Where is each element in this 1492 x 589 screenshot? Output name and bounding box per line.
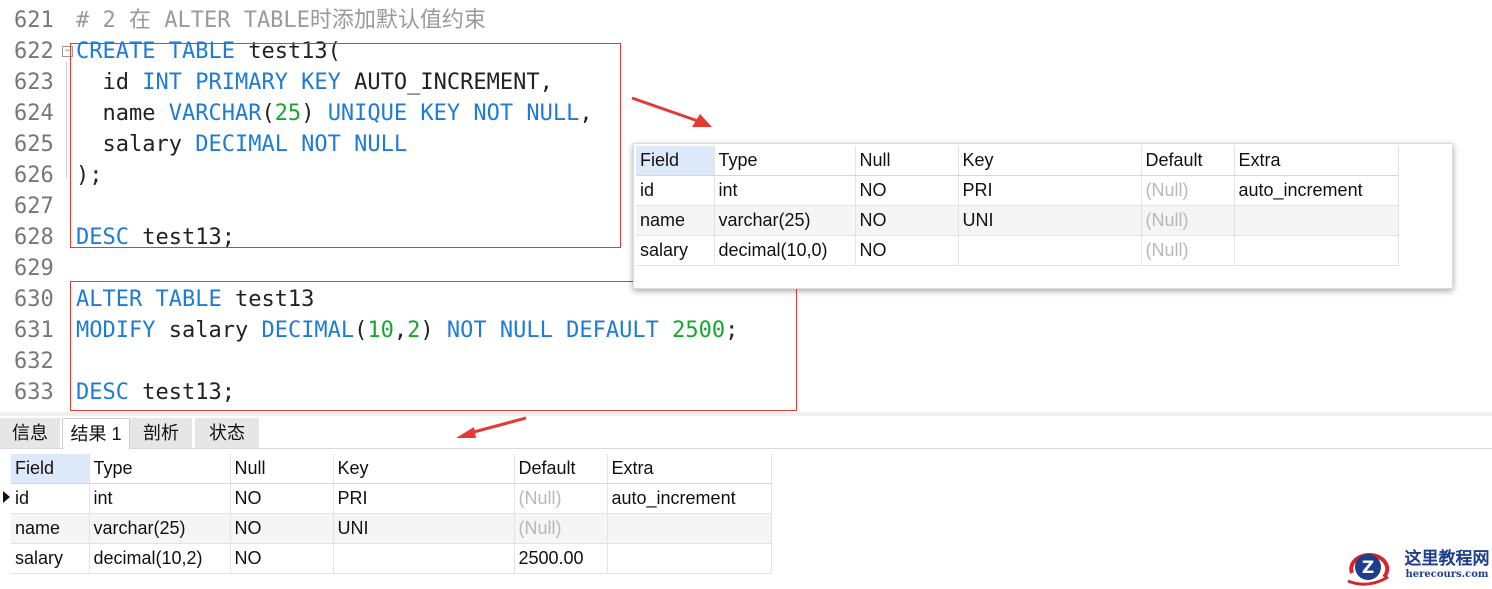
column-header[interactable]: Field — [636, 146, 715, 176]
overlay-result-panel: Field Type Null Key Default Extra id int NO PRI (N… — [633, 143, 1453, 289]
result-tab-bar: 信息 结果 1 剖析 状态 — [0, 416, 1492, 450]
table-cell[interactable]: auto_increment — [607, 483, 772, 514]
column-header[interactable]: Key — [333, 454, 515, 484]
highlight-box-create — [70, 43, 621, 248]
table-cell[interactable]: varchar(25) — [714, 205, 856, 236]
line-number: 627 — [14, 194, 54, 219]
line-number: 633 — [14, 380, 54, 405]
line-number: 623 — [14, 70, 54, 95]
column-header[interactable]: Extra — [1234, 146, 1399, 176]
tab-status[interactable]: 状态 — [195, 418, 259, 448]
table-row[interactable]: id int NO PRI (Null) auto_increment — [11, 483, 772, 514]
table-cell[interactable]: NO — [855, 205, 959, 236]
table-cell[interactable] — [333, 543, 515, 574]
highlight-box-alter — [70, 281, 797, 411]
result-grid-area: Field Type Null Key Default Extra id int NO PRI (N… — [0, 449, 1492, 589]
column-header[interactable]: Null — [855, 146, 959, 176]
table-cell[interactable]: salary — [11, 543, 90, 574]
code-token: # 2 在 ALTER TABLE时添加默认值约束 — [76, 8, 486, 33]
table-row[interactable]: name varchar(25) NO UNI (Null) — [11, 513, 772, 544]
table-row[interactable]: id int NO PRI (Null) auto_increment — [636, 175, 1399, 206]
table-cell[interactable]: id — [636, 175, 715, 206]
column-header[interactable]: Default — [514, 454, 608, 484]
table-cell[interactable]: UNI — [333, 513, 515, 544]
code-text: # 2 在 ALTER TABLE时添加默认值约束 — [76, 5, 486, 36]
line-number: 632 — [14, 349, 54, 374]
column-header[interactable]: Default — [1141, 146, 1235, 176]
table-cell[interactable]: 2500.00 — [514, 543, 608, 574]
line-number: 621 — [14, 8, 54, 33]
table-row[interactable]: name varchar(25) NO UNI (Null) — [636, 205, 1399, 236]
table-cell[interactable]: (Null) — [514, 483, 608, 514]
table-cell[interactable]: (Null) — [1141, 205, 1235, 236]
table-row[interactable]: salary decimal(10,2) NO 2500.00 — [11, 543, 772, 574]
table-cell[interactable] — [1234, 205, 1399, 236]
table-cell[interactable]: PRI — [333, 483, 515, 514]
line-number: 622 — [14, 39, 54, 64]
watermark-brand: 这里教程网 herecours.com — [1404, 549, 1490, 581]
table-cell[interactable]: varchar(25) — [89, 513, 231, 544]
fold-guide — [66, 62, 67, 178]
table-cell[interactable]: (Null) — [514, 513, 608, 544]
line-number: 628 — [14, 225, 54, 250]
table-cell[interactable]: (Null) — [1141, 175, 1235, 206]
table-cell[interactable]: id — [11, 483, 90, 514]
table-cell[interactable]: name — [11, 513, 90, 544]
table-cell[interactable]: int — [89, 483, 231, 514]
table-cell[interactable] — [607, 543, 772, 574]
table-cell[interactable]: decimal(10,2) — [89, 543, 231, 574]
column-header[interactable]: Type — [714, 146, 856, 176]
column-header[interactable]: Extra — [607, 454, 772, 484]
column-header[interactable]: Null — [230, 454, 334, 484]
svg-text:Z: Z — [1362, 558, 1374, 578]
table-cell[interactable]: NO — [855, 175, 959, 206]
table-cell[interactable] — [1234, 235, 1399, 266]
table-cell[interactable]: NO — [230, 543, 334, 574]
tab-result-1[interactable]: 结果 1 — [62, 418, 130, 450]
table-header-row: Field Type Null Key Default Extra — [636, 146, 1399, 176]
table-cell[interactable]: name — [636, 205, 715, 236]
line-number: 626 — [14, 163, 54, 188]
overlay-result-table: Field Type Null Key Default Extra id int NO PRI (N… — [636, 146, 1399, 266]
line-number: 624 — [14, 101, 54, 126]
table-cell[interactable]: (Null) — [1141, 235, 1235, 266]
table-cell[interactable]: int — [714, 175, 856, 206]
watermark-title: 这里教程网 — [1404, 549, 1490, 569]
table-cell[interactable]: NO — [230, 513, 334, 544]
table-cell[interactable]: PRI — [958, 175, 1142, 206]
watermark-url: herecours.com — [1405, 569, 1489, 580]
arrow-icon — [456, 416, 527, 438]
table-cell[interactable] — [958, 235, 1142, 266]
table-cell[interactable]: auto_increment — [1234, 175, 1399, 206]
table-header-row: Field Type Null Key Default Extra — [11, 454, 772, 484]
table-row[interactable]: salary decimal(10,0) NO (Null) — [636, 235, 1399, 266]
table-cell[interactable]: decimal(10,0) — [714, 235, 856, 266]
arrow-icon — [631, 96, 712, 127]
column-header[interactable]: Key — [958, 146, 1142, 176]
line-number: 630 — [14, 287, 54, 312]
tab-info[interactable]: 信息 — [0, 418, 60, 448]
current-row-indicator-icon — [3, 491, 10, 503]
table-cell[interactable] — [607, 513, 772, 544]
table-cell[interactable]: NO — [855, 235, 959, 266]
line-number: 625 — [14, 132, 54, 157]
logo-icon: Z — [1347, 553, 1390, 586]
line-number: 631 — [14, 318, 54, 343]
table-cell[interactable]: NO — [230, 483, 334, 514]
table-cell[interactable]: UNI — [958, 205, 1142, 236]
result-table[interactable]: Field Type Null Key Default Extra id int NO PRI (N… — [11, 454, 772, 574]
tab-profile[interactable]: 剖析 — [130, 418, 192, 448]
column-header[interactable]: Field — [11, 454, 90, 484]
table-cell[interactable]: salary — [636, 235, 715, 266]
column-header[interactable]: Type — [89, 454, 231, 484]
line-number: 629 — [14, 256, 54, 281]
